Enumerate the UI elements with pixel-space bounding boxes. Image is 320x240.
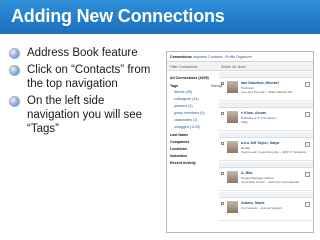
tab-bar: Connections Imported Contacts Profile Or… xyxy=(167,52,313,62)
contact-detail: Ceo And Founder – Brand Market Me xyxy=(241,90,293,94)
nav-tag-item[interactable]: group members (5) xyxy=(174,111,205,115)
nav-tag-item[interactable]: partners (4) xyxy=(174,104,193,108)
tab-connections[interactable]: Connections xyxy=(170,55,192,59)
contact-name[interactable]: aba Dawrhub, Michael xyxy=(241,81,279,85)
nav-tag-item[interactable]: untagged (1100) xyxy=(174,125,200,129)
select-checkbox[interactable] xyxy=(221,202,224,205)
nav-locations[interactable]: Locations xyxy=(170,147,187,151)
list-header-bar xyxy=(219,72,313,78)
list-separator-bar xyxy=(219,192,313,198)
action-icon[interactable] xyxy=(305,82,310,87)
contact-name[interactable]: A, Bba xyxy=(241,171,252,175)
action-icon[interactable] xyxy=(305,172,310,177)
action-icon[interactable] xyxy=(305,202,310,207)
action-icon[interactable] xyxy=(305,112,310,117)
list-separator-bar xyxy=(219,132,313,138)
contact-name[interactable]: a.k.a Jeff Taylor, Satya xyxy=(241,141,279,145)
contact-name[interactable]: e Khan, Asmar xyxy=(241,111,266,115)
nav-all-connections[interactable]: All Connections (1609) xyxy=(170,76,209,80)
contact-detail: Co-Founder – Animal Support xyxy=(241,206,282,210)
list-separator-bar xyxy=(219,102,313,108)
nav-tags[interactable]: Tags xyxy=(170,84,178,88)
nav-tag-item[interactable]: classmates (1) xyxy=(174,118,197,122)
avatar xyxy=(227,81,238,93)
nav-industries[interactable]: Industries xyxy=(170,154,187,158)
list-item[interactable]: aba Dawrhub, Michael Husband Ceo And Fou… xyxy=(219,79,313,101)
list-item[interactable]: a.k.a Jeff Taylor, Satya Reddy Team Lead… xyxy=(219,139,313,161)
list-separator-bar xyxy=(219,162,313,168)
nav-companies[interactable]: Companies xyxy=(170,140,189,144)
bullet-text: Click on “Contacts” from the top navigat… xyxy=(27,64,151,90)
select-checkbox[interactable] xyxy=(221,172,224,175)
nav-last-name[interactable]: Last Name xyxy=(170,133,188,137)
list-item[interactable]: e Khan, Asmar Software & IT Consultant –… xyxy=(219,109,313,131)
tab-imported-contacts[interactable]: Imported Contacts xyxy=(193,55,222,59)
bullet-text: Address Book feature xyxy=(27,47,138,59)
bullet-item: On the left side navigation you will see… xyxy=(9,94,159,136)
filter-label: Filter Connections xyxy=(170,65,198,69)
slide-title: Adding New Connections xyxy=(11,6,225,26)
bullet-icon xyxy=(9,65,20,76)
avatar xyxy=(227,111,238,123)
tab-profile-organizer[interactable]: Profile Organizer xyxy=(225,55,252,59)
avatar xyxy=(227,201,238,213)
nav-tag-item[interactable]: friends (95) xyxy=(174,90,192,94)
list-item[interactable]: A, Bba Project Manager Global Innovation… xyxy=(219,169,313,191)
filter-bar: Filter Connections Select: All, None xyxy=(167,62,313,71)
nav-tag-item[interactable]: colleagues (14) xyxy=(174,97,199,101)
select-checkbox[interactable] xyxy=(221,82,224,85)
action-icon[interactable] xyxy=(305,142,310,147)
select-checkbox[interactable] xyxy=(221,142,224,145)
list-item[interactable]: Adams, Maria Co-Founder – Animal Support xyxy=(219,199,313,221)
nav-recent-activity[interactable]: Recent Activity xyxy=(170,161,196,165)
select-label[interactable]: Select: All, None xyxy=(221,65,246,69)
title-bar: Adding New Connections xyxy=(0,0,320,34)
select-checkbox[interactable] xyxy=(221,112,224,115)
contact-name[interactable]: Adams, Maria xyxy=(241,201,264,205)
contact-detail: Innovation Forum – Selective Internation… xyxy=(241,180,299,184)
bullet-icon xyxy=(9,96,20,107)
bullet-text: On the left side navigation you will see… xyxy=(27,95,143,135)
embedded-screenshot: Connections Imported Contacts Profile Or… xyxy=(166,51,314,233)
avatar xyxy=(227,141,238,153)
bullet-list: Address Book feature Click on “Contacts”… xyxy=(9,46,159,139)
bullet-item: Click on “Contacts” from the top navigat… xyxy=(9,63,159,91)
contact-detail: MaQ xyxy=(241,120,248,124)
avatar xyxy=(227,171,238,183)
bullet-icon xyxy=(9,48,20,59)
bullet-item: Address Book feature xyxy=(9,46,159,60)
contact-detail: Team Lead / Lead Recruiter – EOP IT Solu… xyxy=(241,150,307,154)
